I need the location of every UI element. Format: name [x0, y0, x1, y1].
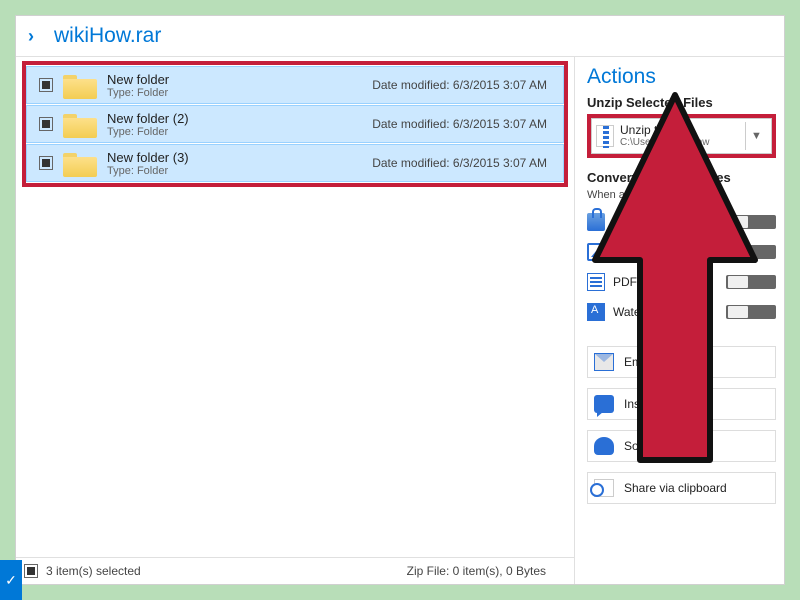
image-icon [587, 243, 605, 261]
share-social-label: Social Media [624, 439, 693, 453]
checkbox-icon[interactable] [39, 117, 53, 131]
lock-icon [587, 213, 605, 231]
share-email-button[interactable]: Email [587, 346, 776, 378]
back-chevron-icon[interactable]: › [28, 26, 34, 47]
share-clipboard-label: Share via clipboard [624, 481, 727, 495]
file-date: Date modified: 6/3/2015 3:07 AM [372, 117, 557, 131]
main-panel: New folder Type: Folder Date modified: 6… [16, 56, 574, 584]
envelope-icon [594, 353, 614, 371]
clipboard-icon [594, 479, 614, 497]
file-type: Type: Folder [107, 165, 189, 177]
file-name: New folder (2) [107, 111, 189, 126]
share-im-button[interactable]: Instant Message [587, 388, 776, 420]
file-type: Type: Folder [107, 126, 189, 138]
status-bar: 3 item(s) selected Zip File: 0 item(s), … [16, 557, 574, 584]
file-list: New folder Type: Folder Date modified: 6… [16, 57, 574, 191]
unzip-path: C:\Users\...\wikiHow [620, 137, 709, 148]
encrypt-toggle[interactable] [726, 215, 776, 229]
selection-count: 3 item(s) selected [46, 564, 141, 578]
checkbox-icon[interactable] [39, 156, 53, 170]
unzip-section-label: Unzip Selected Files [587, 95, 776, 110]
archive-title: wikiHow.rar [54, 24, 161, 48]
file-row[interactable]: New folder Type: Folder Date modified: 6… [26, 66, 564, 104]
file-row[interactable]: New folder (2) Type: Folder Date modifie… [26, 105, 564, 143]
header-bar: › wikiHow.rar [16, 16, 784, 56]
share-clipboard-button[interactable]: Share via clipboard [587, 472, 776, 504]
share-im-label: Instant Message [624, 397, 712, 411]
pdf-label: PDF [613, 275, 637, 289]
unzip-text: Unzip to: C:\Users\...\wikiHow [620, 124, 709, 148]
encrypt-label: Encrypt [613, 215, 654, 229]
resize-toggle[interactable] [726, 245, 776, 259]
document-icon [587, 273, 605, 291]
file-name: New folder (3) [107, 150, 189, 165]
highlight-unzip: Unzip to: C:\Users\...\wikiHow ▼ [587, 114, 776, 158]
convert-section-label: Convert & Protect Files [587, 170, 776, 185]
checkbox-icon[interactable] [39, 78, 53, 92]
folder-icon [63, 149, 97, 177]
taskbar-checkmark-icon[interactable]: ✓ [0, 560, 22, 600]
actions-sidebar: Actions Unzip Selected Files Unzip to: C… [574, 56, 784, 584]
file-info: New folder Type: Folder [107, 72, 169, 99]
chevron-down-icon[interactable]: ▼ [745, 122, 767, 150]
watermark-toggle[interactable] [726, 305, 776, 319]
folder-icon [63, 110, 97, 138]
convert-subtitle: When added to this zip: [587, 189, 776, 201]
pdf-toggle-row: PDF [587, 272, 776, 292]
highlight-files: New folder Type: Folder Date modified: 6… [22, 61, 568, 187]
content-area: New folder Type: Folder Date modified: 6… [16, 56, 784, 584]
encrypt-toggle-row: Encrypt [587, 212, 776, 232]
unzip-label: Unzip to: [620, 124, 709, 137]
file-info: New folder (3) Type: Folder [107, 150, 189, 177]
pdf-toggle[interactable] [726, 275, 776, 289]
resize-toggle-row: Resize [587, 242, 776, 262]
watermark-label: Watermark [613, 305, 671, 319]
file-name: New folder [107, 72, 169, 87]
file-date: Date modified: 6/3/2015 3:07 AM [372, 78, 557, 92]
share-social-button[interactable]: Social Media [587, 430, 776, 462]
unzip-to-button[interactable]: Unzip to: C:\Users\...\wikiHow ▼ [591, 118, 772, 154]
chat-bubble-icon [594, 395, 614, 413]
folder-icon [63, 71, 97, 99]
file-info: New folder (2) Type: Folder [107, 111, 189, 138]
app-window: › wikiHow.rar New folder Type: Folder Da… [15, 15, 785, 585]
zip-info: Zip File: 0 item(s), 0 Bytes [407, 564, 566, 578]
person-icon [594, 437, 614, 455]
file-type: Type: Folder [107, 87, 169, 99]
watermark-icon [587, 303, 605, 321]
selection-checkbox-icon[interactable] [24, 564, 38, 578]
zip-file-icon [596, 125, 614, 147]
actions-heading: Actions [587, 57, 776, 91]
file-date: Date modified: 6/3/2015 3:07 AM [372, 156, 557, 170]
watermark-toggle-row: Watermark [587, 302, 776, 322]
resize-label: Resize [613, 245, 650, 259]
file-row[interactable]: New folder (3) Type: Folder Date modifie… [26, 144, 564, 182]
share-email-label: Email [624, 355, 654, 369]
